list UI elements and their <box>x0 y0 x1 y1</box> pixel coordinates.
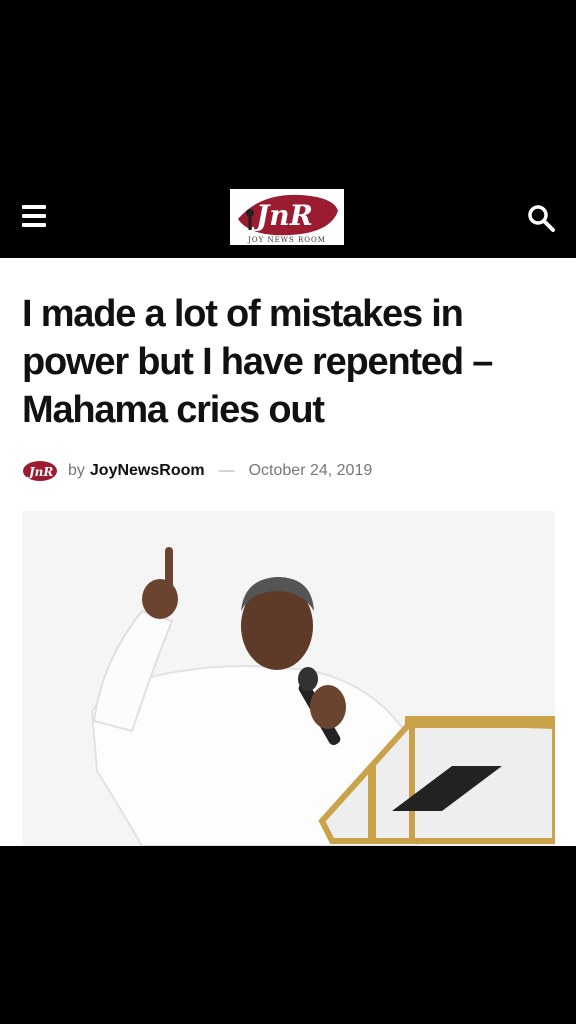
article-headline[interactable]: I made a lot of mistakes in power but I … <box>22 290 552 434</box>
svg-text:JnR: JnR <box>251 199 313 232</box>
article-photo[interactable] <box>22 511 555 846</box>
meta-separator: — <box>218 462 235 479</box>
author-link[interactable]: JoyNewsRoom <box>90 462 205 480</box>
site-logo[interactable]: JnR JOY NEWS ROOM <box>230 189 344 245</box>
speaker-photo <box>22 511 555 846</box>
article-card: I made a lot of mistakes in power but I … <box>0 258 576 846</box>
search-icon[interactable] <box>526 203 556 233</box>
hamburger-menu-icon[interactable] <box>22 205 46 227</box>
byline-prefix: by <box>68 462 85 479</box>
publish-date: October 24, 2019 <box>248 462 373 479</box>
bottom-area <box>0 846 576 1024</box>
article-meta: JnR by JoyNewsRoom — October 24, 2019 <box>22 458 372 484</box>
svg-text:JnR: JnR <box>27 465 53 479</box>
author-avatar[interactable]: JnR <box>22 459 58 483</box>
logo-tagline: JOY NEWS ROOM <box>248 236 326 244</box>
